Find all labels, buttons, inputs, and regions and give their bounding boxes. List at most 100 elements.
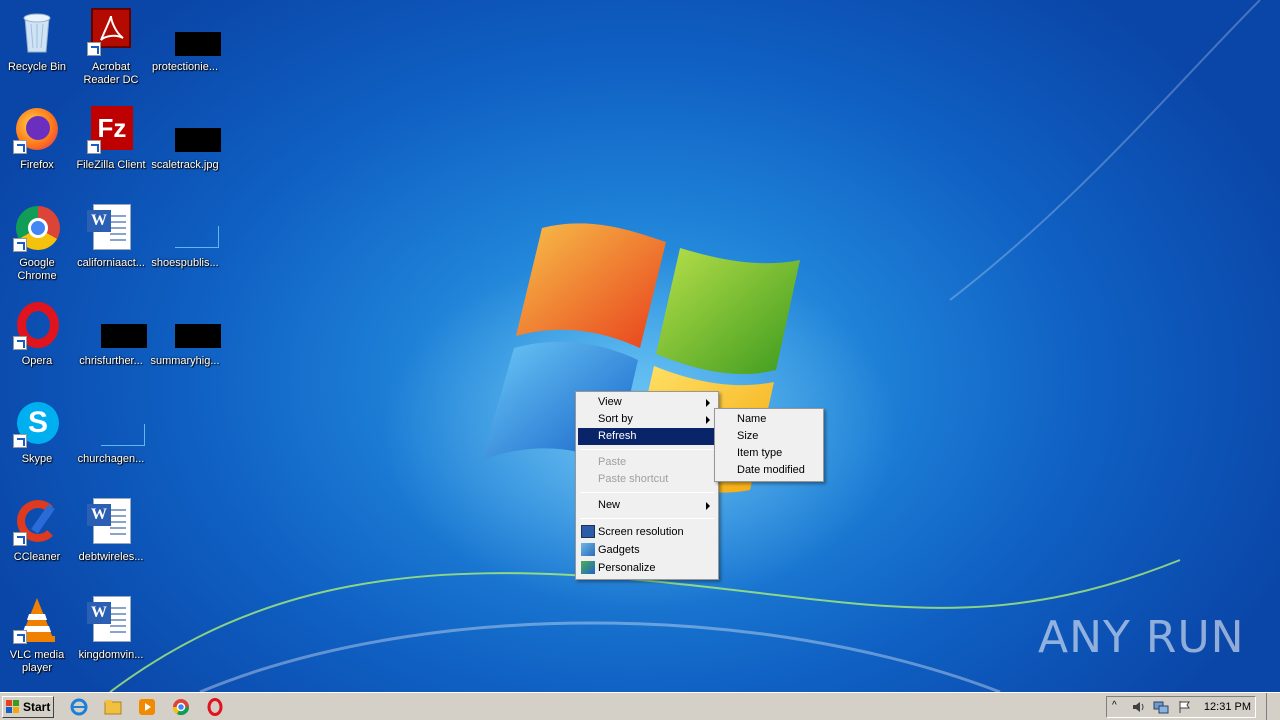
menu-item-gadgets[interactable]: Gadgets [578, 541, 716, 559]
word-logo-icon: W [87, 210, 111, 232]
desktop-icon-debtwireles[interactable]: W debtwireles... [74, 494, 148, 590]
menu-item-label: Size [737, 430, 759, 442]
menu-item-paste-shortcut[interactable]: Paste shortcut [578, 471, 716, 488]
menu-separator [580, 518, 714, 519]
menu-item-view[interactable]: View [578, 394, 716, 411]
file-thumbnail-icon [161, 302, 221, 350]
personalize-icon [581, 561, 595, 574]
icon-label: Google Chrome [17, 257, 57, 282]
menu-item-refresh[interactable]: Refresh [578, 428, 716, 445]
skype-icon: S [13, 400, 61, 448]
desktop-icon-opera[interactable]: Opera [0, 298, 74, 394]
action-center-flag-icon[interactable] [1177, 700, 1191, 714]
desktop-icon-acrobat[interactable]: Acrobat Reader DC [74, 4, 148, 100]
ccleaner-icon [13, 498, 61, 546]
menu-item-label: Name [737, 413, 767, 425]
icon-label: Skype [21, 453, 53, 465]
firefox-icon [13, 106, 61, 154]
show-desktop-button[interactable] [1266, 693, 1280, 720]
file-explorer-icon[interactable] [104, 698, 122, 716]
submenu-item-item-type[interactable]: Item type [717, 445, 821, 462]
menu-item-label: Paste [598, 456, 627, 468]
icon-label: FileZilla Client [76, 159, 146, 171]
menu-item-sort-by[interactable]: Sort by [578, 411, 716, 428]
shortcut-arrow-icon [13, 532, 27, 546]
menu-item-screen-resolution[interactable]: Screen resolution [578, 523, 716, 541]
menu-item-label: New [598, 499, 621, 511]
desktop-icon-ccleaner[interactable]: CCleaner [0, 494, 74, 590]
menu-item-paste[interactable]: Paste [578, 454, 716, 471]
submenu-item-size[interactable]: Size [717, 428, 821, 445]
icon-label: shoespublis... [151, 257, 219, 269]
shortcut-arrow-icon [13, 336, 27, 350]
start-button[interactable]: Start [2, 696, 54, 718]
icon-label: californiaact... [77, 257, 145, 269]
desktop-icon-californiaact[interactable]: W californiaact... [74, 200, 148, 296]
desktop-icon-scaletrack[interactable]: scaletrack.jpg [148, 102, 222, 198]
tray-expand-icon[interactable]: ^ [1112, 700, 1117, 711]
file-thumbnail-icon [87, 400, 145, 448]
menu-item-label: Personalize [598, 562, 656, 574]
desktop-icon-summaryhig[interactable]: summaryhig... [148, 298, 222, 394]
desktop-icon-kingdomvin[interactable]: W kingdomvin... [74, 592, 148, 688]
desktop-icon-chrisfurther[interactable]: chrisfurther... [74, 298, 148, 394]
opera-icon [13, 302, 61, 350]
desktop-icon-vlc[interactable]: VLC media player [0, 592, 74, 688]
shortcut-arrow-icon [13, 238, 27, 252]
submenu-arrow-icon [706, 399, 710, 407]
icon-label: summaryhig... [150, 355, 220, 367]
desktop-icon-recycle-bin[interactable]: Recycle Bin [0, 4, 74, 100]
desktop-icon-chrome[interactable]: Google Chrome [0, 200, 74, 296]
start-label: Start [23, 700, 51, 714]
system-clock[interactable]: 12:31 PM [1204, 701, 1251, 713]
opera-taskbar-icon[interactable] [206, 698, 224, 716]
menu-separator [580, 492, 714, 493]
menu-separator [580, 449, 714, 450]
desktop-icon-protectionie[interactable]: protectionie... [148, 4, 222, 100]
icon-label: chrisfurther... [79, 355, 143, 367]
chrome-taskbar-icon[interactable] [172, 698, 190, 716]
screen-resolution-icon [581, 525, 595, 538]
word-logo-icon: W [87, 602, 111, 624]
gadgets-icon [581, 543, 595, 556]
submenu-arrow-icon [706, 502, 710, 510]
menu-item-label: Paste shortcut [598, 473, 669, 485]
shortcut-arrow-icon [13, 140, 27, 154]
menu-item-personalize[interactable]: Personalize [578, 559, 716, 577]
icon-label: VLC media player [9, 649, 65, 674]
volume-icon[interactable] [1131, 700, 1145, 714]
chrome-icon [13, 204, 61, 252]
recycle-bin-icon [13, 8, 61, 56]
media-player-icon[interactable] [138, 698, 156, 716]
icon-label: Acrobat Reader DC [83, 61, 139, 86]
menu-item-label: Item type [737, 447, 783, 459]
icon-label: scaletrack.jpg [151, 159, 219, 171]
word-document-icon: W [87, 596, 135, 644]
menu-item-label: View [598, 396, 622, 408]
menu-item-label: Refresh [598, 430, 637, 442]
icon-label: CCleaner [13, 551, 61, 563]
anyrun-watermark: ANY RUN [1038, 612, 1245, 663]
desktop-icon-firefox[interactable]: Firefox [0, 102, 74, 198]
shortcut-arrow-icon [13, 630, 27, 644]
icon-label: Recycle Bin [7, 61, 67, 73]
sort-by-submenu: Name Size Item type Date modified [714, 408, 824, 482]
icon-label: Firefox [20, 159, 54, 171]
internet-explorer-icon[interactable] [70, 698, 88, 716]
network-icon[interactable] [1153, 700, 1169, 714]
submenu-item-name[interactable]: Name [717, 411, 821, 428]
desktop-icon-skype[interactable]: S Skype [0, 396, 74, 492]
shortcut-arrow-icon [13, 434, 27, 448]
desktop-context-menu: View Sort by Refresh Paste Paste shortcu… [575, 391, 719, 580]
menu-item-new[interactable]: New [578, 497, 716, 514]
menu-item-label: Screen resolution [598, 526, 684, 538]
desktop-icon-churchagen[interactable]: churchagen... [74, 396, 148, 492]
icon-label: debtwireles... [78, 551, 144, 563]
submenu-item-date-modified[interactable]: Date modified [717, 462, 821, 479]
desktop-icon-filezilla[interactable]: Fz FileZilla Client [74, 102, 148, 198]
desktop-icon-shoespublis[interactable]: shoespublis... [148, 200, 222, 296]
taskbar: Start ^ 12:31 PM [0, 692, 1280, 720]
windows-flag-icon [6, 700, 19, 713]
shortcut-arrow-icon [87, 140, 101, 154]
menu-item-label: Date modified [737, 464, 805, 476]
